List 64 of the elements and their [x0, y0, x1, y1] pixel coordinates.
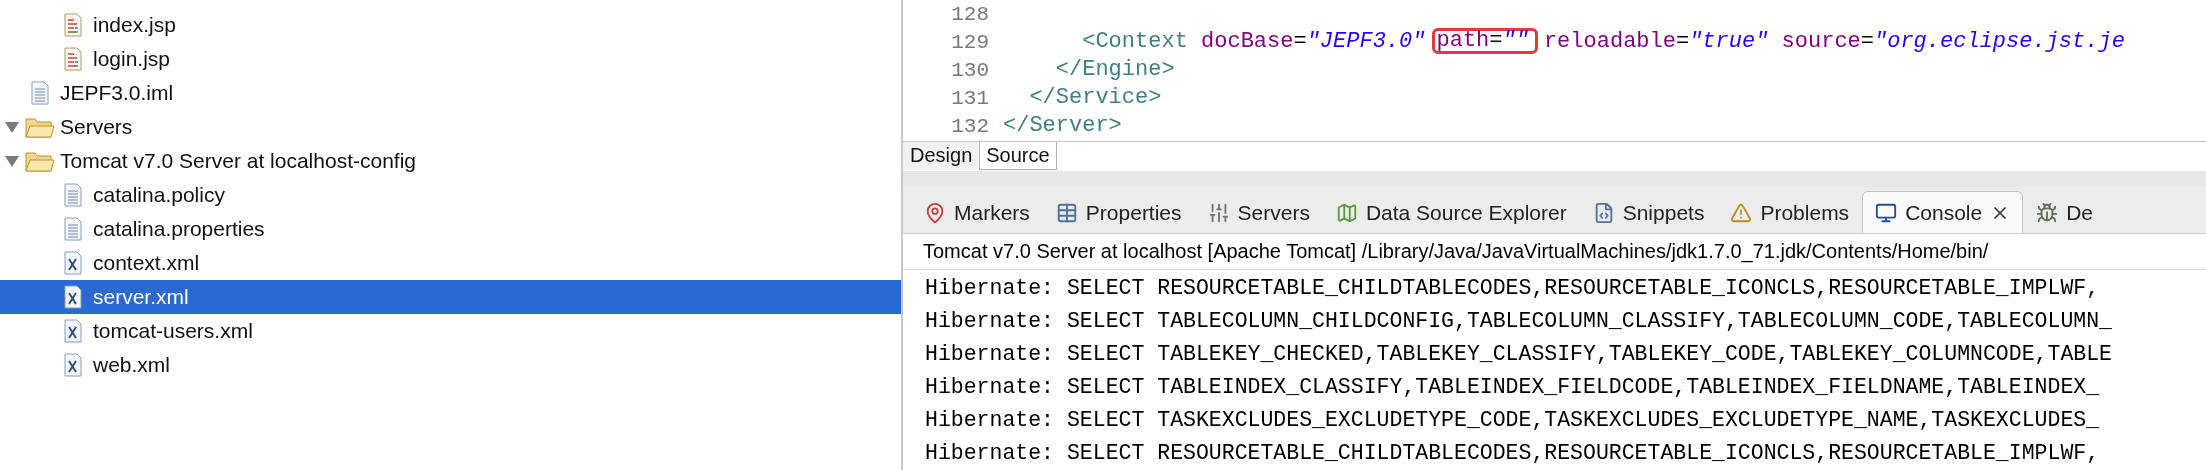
tab-label: Properties [1085, 200, 1182, 225]
tree-item[interactable]: tomcat-users.xml [0, 314, 901, 348]
tab-label: Markers [954, 200, 1030, 225]
tab-label: Data Source Explorer [1365, 200, 1567, 225]
console-line: Hibernate: SELECT TABLECOLUMN_CHILDCONFIG,TABLECOLUMN_CLASSIFY,TABLECOLUMN_CODE,TABLECOLUMN_ [925, 308, 2113, 336]
view-tab[interactable]: Markers [911, 191, 1043, 234]
folder-icon [25, 116, 55, 138]
tab-label: Snippets [1622, 200, 1705, 225]
console-line: Hibernate: SELECT TASKEXCLUDES_EXCLUDETYPE_CODE,TASKEXCLUDES_EXCLUDETYPE_NAME,TASKEXCLUDES_ [925, 407, 2101, 435]
folder-icon [25, 150, 55, 172]
line-number: 131 [950, 86, 990, 110]
console-line: Hibernate: SELECT TABLEKEY_CHECKED,TABLEKEY_CLASSIFY,TABLEKEY_CODE,TABLEKEY_COLUMNCODE,TABLE [925, 341, 2113, 369]
tree-item[interactable]: login.jsp [0, 42, 901, 76]
view-tab[interactable]: Problems [1717, 191, 1863, 234]
editor-tab[interactable]: Design [903, 141, 980, 170]
editor-tab[interactable]: Source [979, 141, 1057, 170]
tree-item[interactable]: Servers [0, 110, 901, 144]
tree-item[interactable]: Tomcat v7.0 Server at localhost-config [0, 144, 901, 178]
xml-file-icon [64, 251, 82, 275]
tab-label: De [2066, 200, 2094, 225]
console-line: Hibernate: SELECT RESOURCETABLE_CHILDTABLECODES,RESOURCETABLE_ICONCLS,RESOURCETABLE_IMPLWF, [925, 440, 2101, 468]
view-tab[interactable]: Console [1862, 191, 2024, 234]
expanded-arrow-icon[interactable] [4, 120, 20, 134]
view-tab[interactable]: De [2023, 191, 2107, 234]
line-number: 132 [950, 114, 990, 138]
sliders-icon [1207, 201, 1230, 224]
tab-label: Servers [1237, 200, 1310, 225]
text-file-icon [64, 183, 82, 207]
code-line: <Context docBase="JEPF3.0" path="" reloadable="true" source="org.eclipse.jst.je [1081, 28, 2125, 56]
text-file-icon [64, 217, 82, 241]
tree-item[interactable]: catalina.properties [0, 212, 901, 246]
xml-file-icon [64, 285, 82, 309]
line-number: 129 [950, 30, 990, 54]
console-line: Hibernate: SELECT RESOURCETABLE_CHILDTABLECODES,RESOURCETABLE_ICONCLS,RESOURCETABLE_IMPLWF, [925, 275, 2101, 303]
line-number: 128 [950, 2, 990, 26]
jsp-file-icon [64, 13, 82, 37]
expanded-arrow-icon[interactable] [4, 154, 20, 168]
bug-icon [2036, 201, 2059, 224]
map-icon [1335, 201, 1358, 224]
code-line: </Service> [1028, 84, 1162, 112]
monitor-icon [1875, 201, 1898, 224]
tab-label: Console [1905, 200, 1983, 225]
table-icon [1055, 201, 1078, 224]
jsp-file-icon [64, 47, 82, 71]
tree-item[interactable]: catalina.policy [0, 178, 901, 212]
tree-item[interactable]: web.xml [0, 348, 901, 382]
view-tab[interactable]: Data Source Explorer [1322, 191, 1580, 234]
warning-icon [1730, 201, 1753, 224]
xml-file-icon [64, 353, 82, 377]
text-file-icon [31, 81, 49, 105]
tab-label: Problems [1760, 200, 1850, 225]
xml-file-icon [64, 319, 82, 343]
tree-item[interactable]: server.xml [0, 280, 901, 314]
pin-icon [924, 201, 946, 224]
view-tab[interactable]: Snippets [1579, 191, 1718, 234]
view-tab[interactable]: Properties [1042, 191, 1195, 234]
code-line: </Engine> [1054, 56, 1175, 84]
view-tab[interactable]: Servers [1194, 191, 1323, 234]
tree-item[interactable]: JEPF3.0.iml [0, 76, 901, 110]
console-line: Hibernate: SELECT TABLEINDEX_CLASSIFY,TABLEINDEX_FIELDCODE,TABLEINDEX_FIELDNAME,TABLEINDEX_ [925, 374, 2101, 402]
tree-item[interactable]: context.xml [0, 246, 901, 280]
tree-item[interactable]: index.jsp [0, 8, 901, 42]
line-number: 130 [950, 58, 990, 82]
code-line: </Server> [1003, 112, 1122, 140]
